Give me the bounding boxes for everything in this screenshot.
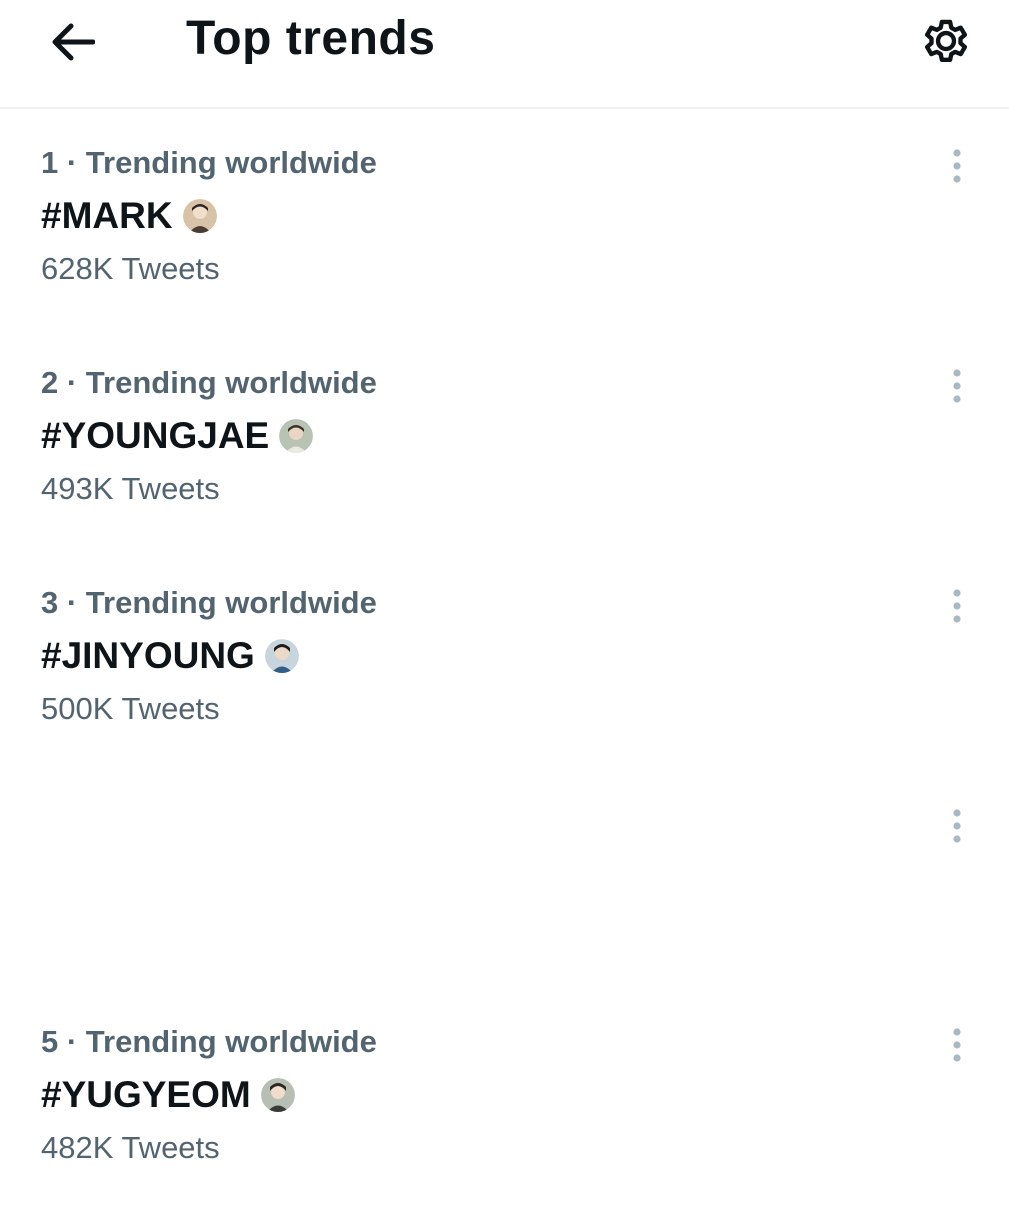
- more-vertical-icon: [953, 809, 961, 843]
- more-options-button[interactable]: [934, 583, 980, 629]
- trend-tweet-count: 628K Tweets: [41, 251, 220, 286]
- trend-item[interactable]: [0, 803, 1009, 1003]
- gear-icon: [924, 19, 968, 63]
- trend-tweet-count: 493K Tweets: [41, 471, 220, 506]
- hashflag-avatar-icon: [264, 639, 299, 673]
- trend-hashtag: #JINYOUNG: [41, 635, 255, 676]
- hashflag-avatar-icon: [279, 419, 314, 453]
- more-options-button[interactable]: [934, 803, 980, 849]
- arrow-left-icon: [52, 23, 95, 61]
- trend-meta: 1 · Trending worldwide: [41, 145, 377, 180]
- more-vertical-icon: [953, 1028, 961, 1062]
- hashflag-avatar-icon: [260, 1078, 295, 1112]
- trend-name-row: #JINYOUNG: [41, 633, 299, 679]
- more-options-button[interactable]: [934, 363, 980, 409]
- trend-hashtag: #MARK: [41, 195, 173, 236]
- trend-hashtag: #YOUNGJAE: [41, 415, 270, 456]
- back-button[interactable]: [44, 14, 100, 70]
- trend-item[interactable]: 5 · Trending worldwide #YUGYEOM 482K Twe…: [0, 1022, 1009, 1222]
- more-options-button[interactable]: [934, 143, 980, 189]
- header: Top trends: [0, 0, 1009, 109]
- hashflag-avatar-icon: [182, 199, 217, 233]
- trend-name-row: #MARK: [41, 193, 217, 239]
- settings-button[interactable]: [915, 10, 977, 72]
- trend-tweet-count: 482K Tweets: [41, 1130, 220, 1165]
- trend-meta: 3 · Trending worldwide: [41, 585, 377, 620]
- trend-item[interactable]: 3 · Trending worldwide #JINYOUNG 500K Tw…: [0, 583, 1009, 783]
- trend-name-row: #YOUNGJAE: [41, 413, 314, 459]
- page-title: Top trends: [186, 12, 436, 65]
- trend-item[interactable]: 2 · Trending worldwide #YOUNGJAE 493K Tw…: [0, 363, 1009, 563]
- trend-item[interactable]: 1 · Trending worldwide #MARK 628K Tweets: [0, 143, 1009, 343]
- more-options-button[interactable]: [934, 1022, 980, 1068]
- trend-tweet-count: 500K Tweets: [41, 691, 220, 726]
- trend-name-row: #YUGYEOM: [41, 1072, 295, 1118]
- more-vertical-icon: [953, 149, 961, 183]
- trend-meta: 2 · Trending worldwide: [41, 365, 377, 400]
- trend-meta: 5 · Trending worldwide: [41, 1024, 377, 1059]
- more-vertical-icon: [953, 369, 961, 403]
- more-vertical-icon: [953, 589, 961, 623]
- trend-hashtag: #YUGYEOM: [41, 1074, 251, 1115]
